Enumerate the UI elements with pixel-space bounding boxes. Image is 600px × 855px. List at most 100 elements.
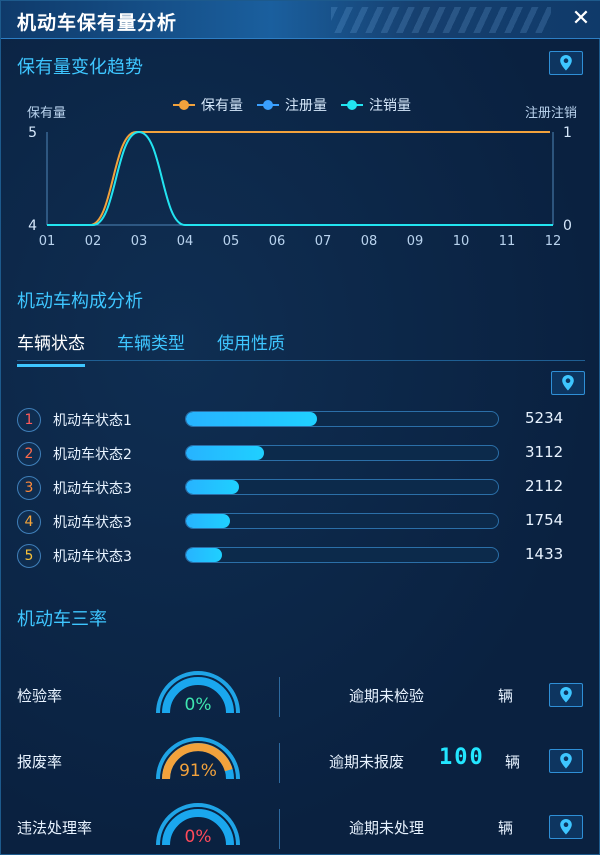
- unit-label: 辆: [498, 819, 514, 837]
- title-decoration: [331, 7, 551, 33]
- rank-row[interactable]: 2 机动车状态2 3112: [17, 441, 577, 467]
- rank-label: 机动车状态1: [53, 413, 132, 429]
- tab-vehicle-status[interactable]: 车辆状态: [17, 329, 85, 367]
- rate-percent: 0%: [184, 827, 212, 847]
- rank-bar-track: [185, 411, 499, 427]
- composition-section-title: 机动车构成分析: [17, 291, 143, 312]
- rate-divider: [279, 809, 280, 849]
- rate-percent: 91%: [179, 761, 217, 781]
- legend-item-holding[interactable]: 保有量: [173, 95, 243, 115]
- x-tick-label: 10: [453, 234, 470, 249]
- legend-marker: [257, 99, 279, 111]
- x-tick-label: 07: [315, 234, 332, 249]
- rate-divider: [279, 743, 280, 783]
- x-tick-label: 06: [269, 234, 286, 249]
- rank-value: 3112: [525, 443, 564, 461]
- rank-bar-fill: [186, 480, 239, 494]
- legend-label: 注册量: [285, 98, 327, 114]
- location-pin-button[interactable]: [549, 749, 583, 773]
- overdue-label: 逾期未报废: [329, 753, 405, 771]
- location-pin-button[interactable]: [551, 371, 585, 395]
- location-pin-icon: [560, 753, 572, 769]
- rank-badge: 1: [17, 408, 41, 432]
- location-pin-button[interactable]: [549, 51, 583, 75]
- rank-value: 2112: [525, 477, 564, 495]
- x-tick-label: 12: [545, 234, 562, 249]
- x-tick-label: 08: [361, 234, 378, 249]
- rates-section-title: 机动车三率: [17, 609, 107, 630]
- rate-percent: 0%: [184, 695, 212, 715]
- overdue-label: 逾期未处理: [349, 819, 425, 837]
- overdue-count: 100: [439, 745, 485, 770]
- rank-bar-track: [185, 445, 499, 461]
- x-tick-label: 09: [407, 234, 424, 249]
- trend-line-chart: 541001 02 03 04 05 06 07 08 09 10 11 12: [28, 125, 572, 249]
- right-tick-label: 0: [563, 218, 572, 234]
- rank-row[interactable]: 5 机动车状态3 1433: [17, 543, 577, 569]
- location-pin-icon: [562, 375, 574, 391]
- rank-bar-fill: [186, 412, 317, 426]
- rank-row[interactable]: 3 机动车状态3 2112: [17, 475, 577, 501]
- location-pin-button[interactable]: [549, 815, 583, 839]
- rank-bar-track: [185, 547, 499, 563]
- rank-bar-fill: [186, 446, 264, 460]
- composition-tabs: 车辆状态 车辆类型 使用性质: [17, 329, 285, 367]
- rate-label: 报废率: [17, 753, 63, 771]
- title-bar: 机动车保有量分析 ✕: [1, 1, 600, 39]
- rank-badge: 4: [17, 510, 41, 534]
- unit-label: 辆: [498, 687, 514, 705]
- rank-value: 5234: [525, 409, 564, 427]
- rate-label: 检验率: [17, 687, 63, 705]
- legend-item-registered[interactable]: 注册量: [257, 95, 327, 115]
- rank-label: 机动车状态2: [53, 447, 132, 463]
- x-tick-label: 05: [223, 234, 240, 249]
- x-tick-label: 03: [131, 234, 148, 249]
- overdue-label: 逾期未检验: [349, 687, 425, 705]
- legend-label: 注销量: [369, 98, 411, 114]
- rank-bar-fill: [186, 548, 222, 562]
- analysis-panel: 机动车保有量分析 ✕ 保有量变化趋势 保有量 注册注销 保有量 注册量 注销量 …: [0, 0, 600, 855]
- rate-divider: [279, 677, 280, 717]
- legend-marker: [173, 99, 195, 111]
- series-line-holding: [47, 131, 550, 226]
- x-tick-label: 04: [177, 234, 194, 249]
- location-pin-button[interactable]: [549, 683, 583, 707]
- location-pin-icon: [560, 687, 572, 703]
- rank-badge: 2: [17, 442, 41, 466]
- rank-label: 机动车状态3: [53, 481, 132, 497]
- chart-legend: 保有量 注册量 注销量: [173, 95, 411, 115]
- close-icon[interactable]: ✕: [569, 7, 593, 31]
- tab-vehicle-type[interactable]: 车辆类型: [117, 329, 185, 367]
- x-tick-label: 01: [39, 234, 56, 249]
- rate-label: 违法处理率: [17, 819, 93, 837]
- rank-bar-track: [185, 513, 499, 529]
- rank-label: 机动车状态3: [53, 549, 132, 565]
- rate-row: 检验率 0% 逾期未检验 辆: [1, 665, 600, 729]
- rank-row[interactable]: 1 机动车状态1 5234: [17, 407, 577, 433]
- unit-label: 辆: [505, 753, 521, 771]
- x-tick-label: 02: [85, 234, 102, 249]
- right-tick-label: 1: [563, 125, 572, 141]
- window-title: 机动车保有量分析: [17, 12, 178, 34]
- x-tick-label: 11: [499, 234, 516, 249]
- legend-label: 保有量: [201, 98, 243, 114]
- rate-row: 违法处理率 0% 逾期未处理 辆: [1, 797, 600, 855]
- legend-marker: [341, 99, 363, 111]
- location-pin-icon: [560, 819, 572, 835]
- legend-item-cancelled[interactable]: 注销量: [341, 95, 411, 115]
- rank-badge: 5: [17, 544, 41, 568]
- rank-bar-track: [185, 479, 499, 495]
- left-tick-label: 5: [28, 125, 37, 141]
- rate-row: 报废率 91% 逾期未报废 100 辆: [1, 731, 600, 795]
- rank-row[interactable]: 4 机动车状态3 1754: [17, 509, 577, 535]
- rank-bar-fill: [186, 514, 230, 528]
- rank-value: 1754: [525, 511, 564, 529]
- rank-badge: 3: [17, 476, 41, 500]
- rank-label: 机动车状态3: [53, 515, 132, 531]
- trend-section-title: 保有量变化趋势: [17, 57, 143, 78]
- tab-divider: [17, 360, 585, 361]
- left-tick-label: 4: [28, 218, 37, 234]
- location-pin-icon: [560, 55, 572, 71]
- rank-value: 1433: [525, 545, 564, 563]
- tab-usage-nature[interactable]: 使用性质: [217, 329, 285, 367]
